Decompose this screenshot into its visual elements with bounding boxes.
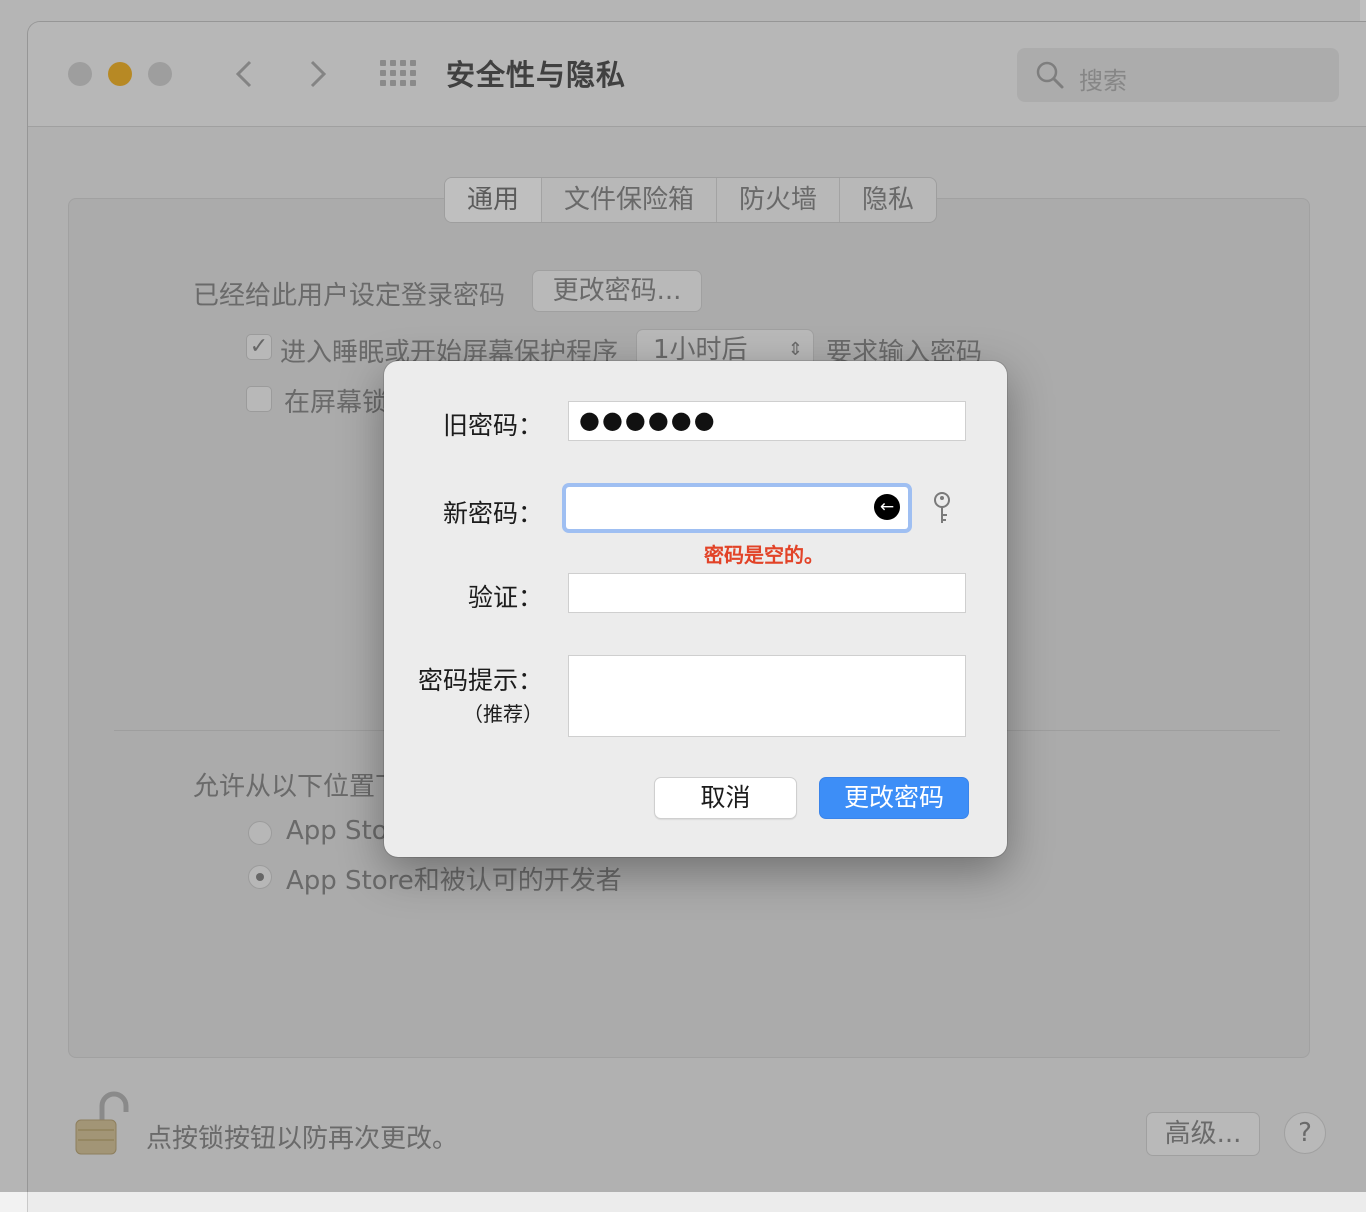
new-password-label: 新密码： [442,499,543,528]
password-hint-field[interactable] [568,655,966,737]
verify-label: 验证： [467,583,543,612]
old-password-label: 旧密码： [442,411,543,440]
password-hint-sublabel: （推荐） [463,702,543,726]
new-password-field[interactable]: ← [566,487,908,529]
old-password-field[interactable]: ●●●●●● [568,401,966,441]
old-password-value: ●●●●●● [579,406,717,434]
change-password-dialog: 旧密码： ●●●●●● 新密码： ← 密码是空的。 验证： 密码提示： （推荐）… [384,361,1007,857]
password-hint-label: 密码提示： [417,666,543,695]
cancel-button[interactable]: 取消 [654,777,797,819]
arrow-left-icon[interactable]: ← [874,494,900,520]
change-password-submit-button[interactable]: 更改密码 [819,777,969,819]
verify-password-field[interactable] [568,573,966,613]
key-icon[interactable] [930,491,954,527]
password-empty-error: 密码是空的。 [704,543,824,567]
